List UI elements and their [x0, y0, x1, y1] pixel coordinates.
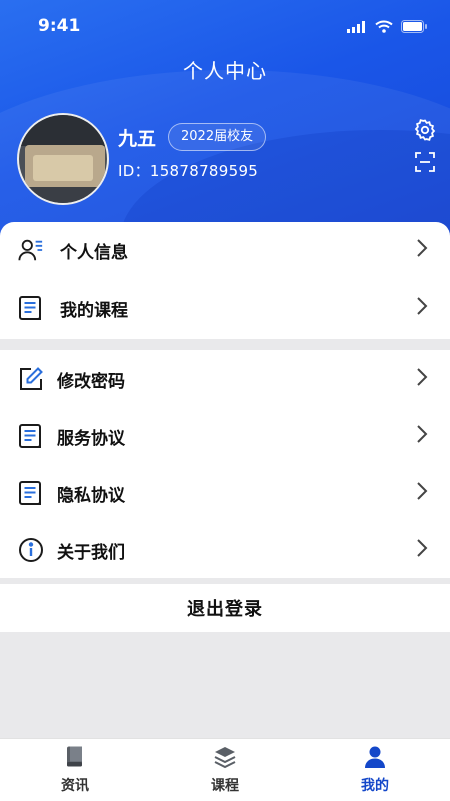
menu-item-personal-info[interactable]: 个人信息: [0, 222, 450, 278]
menu-card-secondary: 修改密码 服务协议 隐私协议 关于我们: [0, 350, 450, 578]
menu-item-change-password[interactable]: 修改密码: [0, 351, 450, 407]
chevron-right-icon: [416, 424, 428, 448]
status-icons: [347, 18, 428, 37]
tab-label: 资讯: [61, 778, 89, 794]
layers-icon: [213, 745, 237, 769]
menu-item-label: 关于我们: [57, 542, 125, 563]
tab-label: 我的: [361, 778, 389, 794]
document-icon: [18, 480, 44, 506]
chevron-right-icon: [416, 367, 428, 391]
menu-item-label: 我的课程: [60, 300, 128, 321]
menu-item-label: 个人信息: [60, 242, 128, 263]
user-id: ID：15878789595: [118, 162, 259, 180]
menu-item-service-agreement[interactable]: 服务协议: [0, 408, 450, 464]
profile-header: 9:41 个人中心 九五 2022届校友 ID：15878789595: [0, 0, 450, 250]
bottom-tab-bar: 资讯 课程 我的: [0, 738, 450, 801]
chevron-right-icon: [416, 538, 428, 562]
signal-icon: [347, 18, 367, 37]
alumni-badge: 2022届校友: [168, 123, 267, 151]
tab-courses[interactable]: 课程: [150, 739, 300, 801]
menu-item-label: 服务协议: [57, 428, 125, 449]
scan-icon[interactable]: [415, 152, 435, 176]
user-name: 九五: [118, 128, 157, 150]
menu-item-label: 隐私协议: [57, 485, 125, 506]
logout-button[interactable]: 退出登录: [0, 584, 450, 632]
tab-mine[interactable]: 我的: [300, 739, 450, 801]
menu-item-about-us[interactable]: 关于我们: [0, 522, 450, 578]
wifi-icon: [375, 18, 393, 37]
avatar[interactable]: [17, 113, 109, 205]
chevron-right-icon: [416, 481, 428, 505]
book-icon: [63, 745, 87, 769]
user-list-icon: [18, 237, 44, 263]
info-icon: [18, 537, 44, 563]
menu-item-my-courses[interactable]: 我的课程: [0, 280, 450, 336]
battery-icon: [401, 18, 428, 37]
menu-card-primary: 个人信息 我的课程: [0, 222, 450, 339]
status-time: 9:41: [38, 16, 81, 36]
status-bar: 9:41: [0, 0, 450, 52]
menu-item-label: 修改密码: [57, 371, 125, 392]
chevron-right-icon: [416, 238, 428, 262]
document-icon: [18, 295, 44, 321]
document-icon: [18, 423, 44, 449]
chevron-right-icon: [416, 296, 428, 320]
settings-icon[interactable]: [413, 118, 437, 146]
edit-icon: [18, 366, 44, 392]
menu-item-privacy-agreement[interactable]: 隐私协议: [0, 465, 450, 521]
tab-label: 课程: [211, 778, 239, 794]
tab-news[interactable]: 资讯: [0, 739, 150, 801]
page-title: 个人中心: [183, 59, 267, 83]
person-icon: [363, 745, 387, 769]
